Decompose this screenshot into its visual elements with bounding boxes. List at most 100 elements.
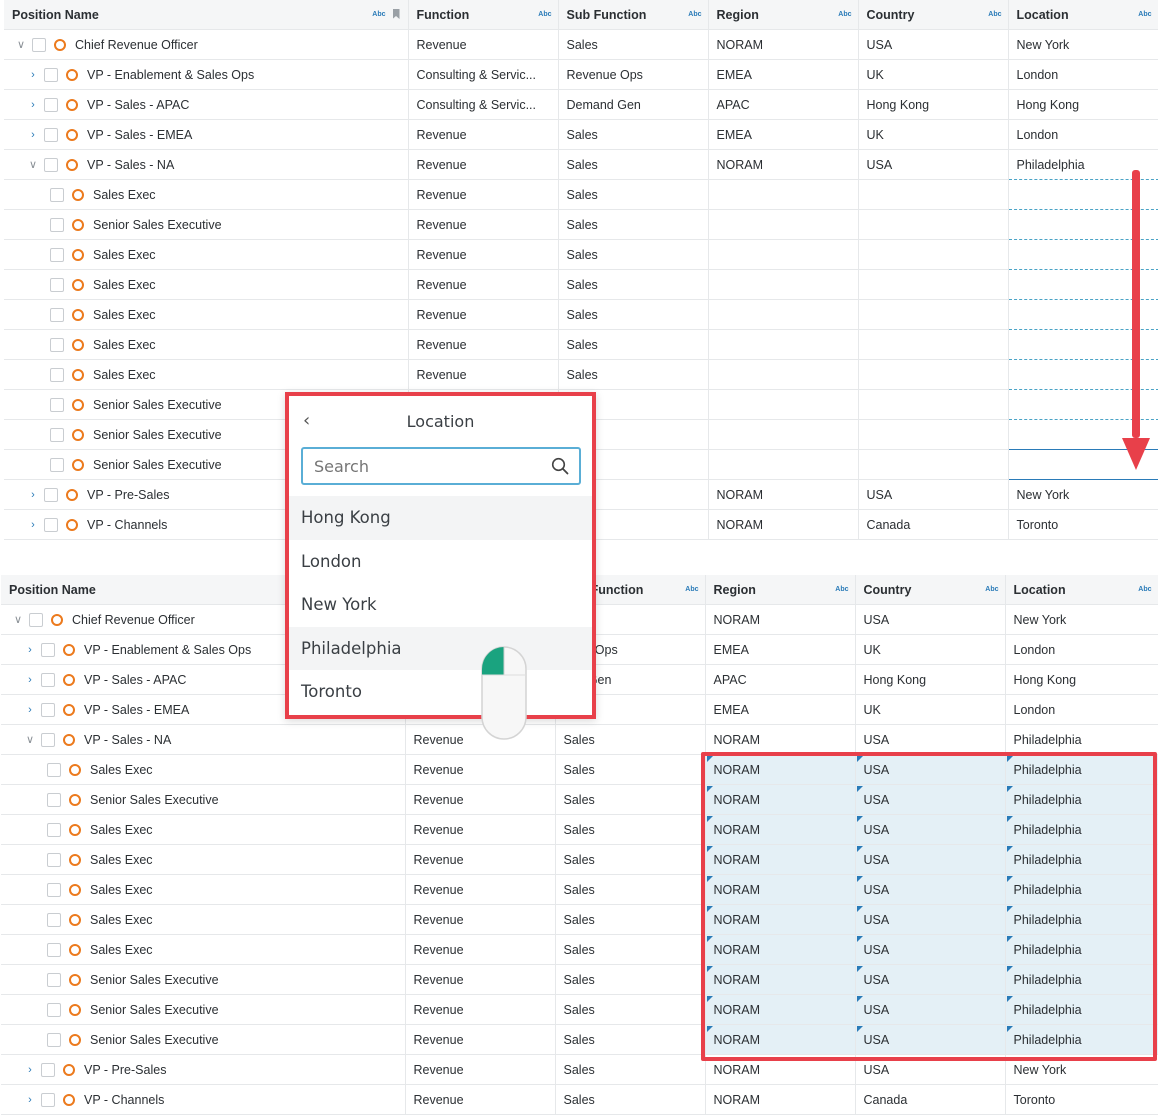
- position-name-cell[interactable]: Sales Exec: [1, 754, 406, 785]
- sub-cell[interactable]: Sales: [558, 179, 709, 210]
- table-row[interactable]: Senior Sales Executive Revenue Sales NORAM U…: [1, 994, 1158, 1025]
- location-cell[interactable]: Philadelphia: [1005, 1024, 1158, 1055]
- table-row[interactable]: Sales Exec Revenue Sales NORAM USA Philadelph…: [1, 874, 1158, 905]
- row-checkbox[interactable]: [44, 127, 58, 142]
- country-cell[interactable]: [858, 179, 1009, 210]
- table-row[interactable]: ∨ Chief Revenue Officer Revenue Sales NORAM U…: [4, 29, 1158, 60]
- country-cell[interactable]: [858, 389, 1009, 420]
- function-cell[interactable]: Consulting & Servic...: [408, 89, 559, 120]
- region-cell[interactable]: EMEA: [705, 634, 856, 665]
- table-row[interactable]: › VP - Sales - APAC Consulting & Servic...…: [4, 89, 1158, 120]
- region-cell[interactable]: NORAM: [705, 754, 856, 785]
- country-cell[interactable]: UK: [855, 634, 1006, 665]
- row-checkbox[interactable]: [50, 367, 64, 382]
- row-checkbox[interactable]: [50, 307, 64, 322]
- position-name-cell[interactable]: Sales Exec: [4, 269, 409, 300]
- region-cell[interactable]: APAC: [708, 89, 859, 120]
- location-option[interactable]: Philadelphia: [289, 626, 592, 670]
- position-name-cell[interactable]: Sales Exec: [1, 934, 406, 965]
- location-option[interactable]: Toronto: [289, 670, 592, 714]
- position-name-cell[interactable]: Sales Exec: [1, 814, 406, 845]
- function-cell[interactable]: Revenue: [405, 1024, 556, 1055]
- position-name-cell[interactable]: Sales Exec: [4, 329, 409, 360]
- sub-cell[interactable]: Sales: [555, 844, 706, 875]
- function-cell[interactable]: Revenue: [408, 299, 559, 330]
- position-name-cell[interactable]: Sales Exec: [1, 874, 406, 905]
- location-cell[interactable]: Philadelphia: [1005, 844, 1158, 875]
- country-cell[interactable]: UK: [855, 694, 1006, 725]
- table-row[interactable]: Sales Exec Revenue Sales: [4, 239, 1158, 270]
- position-name-cell[interactable]: Senior Sales Executive: [1, 994, 406, 1025]
- function-cell[interactable]: Revenue: [408, 359, 559, 390]
- chevron-right-icon[interactable]: ›: [28, 519, 38, 531]
- region-cell[interactable]: NORAM: [705, 934, 856, 965]
- row-checkbox[interactable]: [29, 612, 43, 627]
- country-cell[interactable]: USA: [858, 479, 1009, 510]
- row-checkbox[interactable]: [47, 852, 61, 867]
- location-cell[interactable]: Philadelphia: [1005, 784, 1158, 815]
- chevron-right-icon[interactable]: ›: [25, 1064, 35, 1076]
- position-name-cell[interactable]: ∨ Chief Revenue Officer: [4, 29, 409, 60]
- function-cell[interactable]: Revenue: [405, 844, 556, 875]
- table-row[interactable]: › VP - Channels Revenue Sales NORAM Canada Tor…: [1, 1084, 1158, 1115]
- column-header-country[interactable]: Country Abc: [858, 0, 1009, 30]
- table-row[interactable]: Senior Sales Executive Revenue Sales: [4, 209, 1158, 240]
- position-name-cell[interactable]: Senior Sales Executive: [4, 209, 409, 240]
- chevron-down-icon[interactable]: ∨: [28, 158, 38, 171]
- sub-cell[interactable]: Sales: [558, 329, 709, 360]
- table-row[interactable]: Sales Exec Revenue Sales NORAM USA Philadelph…: [1, 904, 1158, 935]
- position-name-cell[interactable]: › VP - Pre-Sales: [1, 1054, 406, 1085]
- column-header-region[interactable]: Region Abc: [705, 575, 856, 605]
- sub-cell[interactable]: Sales: [555, 1084, 706, 1115]
- position-name-cell[interactable]: › VP - Sales - EMEA: [4, 119, 409, 150]
- chevron-right-icon[interactable]: ›: [25, 674, 35, 686]
- region-cell[interactable]: [708, 449, 859, 480]
- country-cell[interactable]: [858, 359, 1009, 390]
- search-icon[interactable]: [551, 457, 569, 475]
- location-cell[interactable]: London: [1008, 59, 1158, 90]
- function-cell[interactable]: Revenue: [405, 784, 556, 815]
- location-cell[interactable]: London: [1005, 694, 1158, 725]
- sub-cell[interactable]: Sales: [555, 904, 706, 935]
- chevron-right-icon[interactable]: ›: [28, 99, 38, 111]
- function-cell[interactable]: Revenue: [405, 814, 556, 845]
- row-checkbox[interactable]: [41, 1062, 55, 1077]
- region-cell[interactable]: [708, 179, 859, 210]
- country-cell[interactable]: Hong Kong: [855, 664, 1006, 695]
- country-cell[interactable]: Hong Kong: [858, 89, 1009, 120]
- location-cell[interactable]: New York: [1008, 479, 1158, 510]
- region-cell[interactable]: NORAM: [705, 994, 856, 1025]
- country-cell[interactable]: USA: [855, 1054, 1006, 1085]
- country-cell[interactable]: USA: [855, 1024, 1006, 1055]
- chevron-down-icon[interactable]: ∨: [16, 38, 26, 51]
- country-cell[interactable]: USA: [855, 724, 1006, 755]
- position-name-cell[interactable]: Sales Exec: [4, 179, 409, 210]
- location-cell[interactable]: London: [1005, 634, 1158, 665]
- region-cell[interactable]: NORAM: [708, 509, 859, 540]
- table-row[interactable]: Sales Exec Revenue Sales: [4, 299, 1158, 330]
- row-checkbox[interactable]: [47, 822, 61, 837]
- function-cell[interactable]: Revenue: [405, 904, 556, 935]
- chevron-right-icon[interactable]: ›: [28, 129, 38, 141]
- location-cell[interactable]: New York: [1005, 1054, 1158, 1085]
- region-cell[interactable]: NORAM: [705, 1084, 856, 1115]
- sub-cell[interactable]: Sales: [555, 754, 706, 785]
- pin-icon[interactable]: [392, 9, 400, 19]
- region-cell[interactable]: EMEA: [708, 59, 859, 90]
- position-name-cell[interactable]: Sales Exec: [4, 299, 409, 330]
- table-row[interactable]: Senior Sales Executive Revenue Sales NORAM U…: [1, 784, 1158, 815]
- function-cell[interactable]: Revenue: [408, 209, 559, 240]
- position-name-cell[interactable]: › VP - Sales - APAC: [4, 89, 409, 120]
- sub-cell[interactable]: Demand Gen: [558, 89, 709, 120]
- table-row[interactable]: Sales Exec Revenue Sales: [4, 329, 1158, 360]
- location-cell[interactable]: Toronto: [1005, 1084, 1158, 1115]
- country-cell[interactable]: USA: [855, 934, 1006, 965]
- sub-cell[interactable]: Sales: [555, 784, 706, 815]
- table-row[interactable]: Sales Exec Revenue Sales NORAM USA Philadelph…: [1, 844, 1158, 875]
- sub-cell[interactable]: Sales: [558, 239, 709, 270]
- country-cell[interactable]: USA: [855, 604, 1006, 635]
- chevron-right-icon[interactable]: ›: [25, 644, 35, 656]
- region-cell[interactable]: NORAM: [708, 149, 859, 180]
- position-name-cell[interactable]: Sales Exec: [4, 239, 409, 270]
- column-header-function[interactable]: Function Abc: [408, 0, 559, 30]
